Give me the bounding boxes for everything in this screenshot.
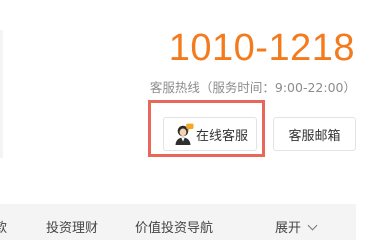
chevron-down-icon	[307, 220, 318, 231]
divider	[0, 30, 3, 158]
expand-label: 展开	[275, 221, 302, 236]
subnav-item-truncated[interactable]: 款	[0, 221, 7, 237]
customer-service-panel: 1010-1218 客服热线（服务时间：9:00-22:00） 在线客服 客服邮…	[0, 0, 375, 240]
hotline-number: 1010-1218	[168, 27, 355, 69]
customer-service-agent-icon	[174, 123, 194, 145]
expand-toggle[interactable]: 展开	[275, 220, 318, 237]
service-email-button[interactable]: 客服邮箱	[273, 117, 356, 151]
subnav-item-value-investing[interactable]: 价值投资导航	[135, 221, 213, 237]
sub-navigation-bar: 款 投资理财 价值投资导航 展开	[0, 204, 356, 240]
online-service-label: 在线客服	[195, 128, 248, 144]
service-email-label: 客服邮箱	[288, 128, 341, 144]
hotline-hours-label: 客服热线（服务时间：9:00-22:00）	[149, 80, 356, 95]
subnav-item-investment[interactable]: 投资理财	[46, 221, 98, 237]
online-service-button[interactable]: 在线客服	[163, 117, 257, 151]
